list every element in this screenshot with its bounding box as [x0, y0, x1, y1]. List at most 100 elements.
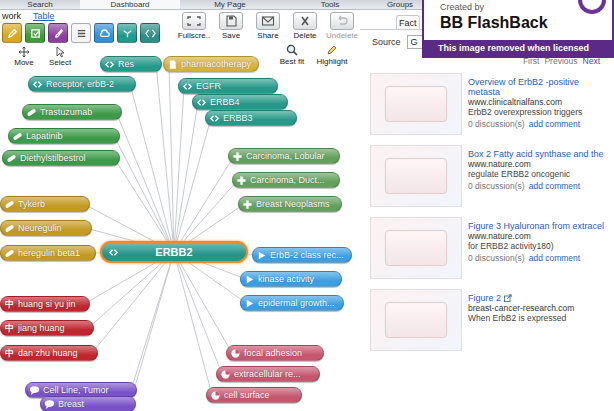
- palette-button[interactable]: [94, 23, 114, 43]
- pie-icon: [210, 390, 221, 401]
- app-tab[interactable]: Search: [0, 0, 80, 9]
- action-button[interactable]: Delete: [287, 12, 323, 41]
- result-thumbnail[interactable]: [370, 289, 462, 351]
- result-thumbnail[interactable]: [370, 73, 462, 135]
- app-tab[interactable]: Dashboard: [80, 0, 180, 9]
- view-tabs: work Table: [0, 10, 170, 22]
- palette-button[interactable]: [48, 23, 68, 43]
- result-thumbnail[interactable]: [370, 145, 462, 207]
- palette-button[interactable]: [2, 23, 22, 43]
- palette-button[interactable]: [117, 23, 137, 43]
- mind-map-canvas[interactable]: RespharmacotherapyReceptor, erbB-2EGFRER…: [0, 10, 360, 411]
- tool-icon: [98, 27, 111, 40]
- gene-icon: [104, 59, 115, 70]
- map-node[interactable]: cell surface: [206, 387, 302, 403]
- link-line: [88, 252, 174, 328]
- map-node[interactable]: extracellular re...: [216, 366, 320, 382]
- document-icon: [167, 59, 178, 70]
- discussion-count[interactable]: 0 discussion(s): [468, 253, 525, 264]
- map-node[interactable]: Res: [100, 56, 162, 72]
- map-node[interactable]: ErbB-2 class rec...: [252, 247, 352, 263]
- action-button[interactable]: Fullscre..: [176, 12, 212, 41]
- map-node[interactable]: EGFR: [178, 78, 278, 94]
- map-node[interactable]: Diethylstilbestrol: [2, 150, 120, 166]
- tool-icon: [29, 27, 42, 40]
- envelope-icon: [260, 15, 276, 27]
- map-node[interactable]: 中huang si yu jin: [0, 296, 90, 312]
- discussion-count[interactable]: 0 discussion(s): [468, 181, 525, 192]
- tool-button[interactable]: Select: [46, 46, 74, 68]
- result-title[interactable]: Overview of ErbB2 -positive metasta: [468, 77, 610, 97]
- map-node[interactable]: Breast Neoplasms: [238, 196, 342, 212]
- tool-icon: [121, 27, 134, 40]
- move-icon: [18, 46, 30, 58]
- map-node[interactable]: focal adhesion: [226, 345, 324, 361]
- map-node[interactable]: 中dan zhu huang: [0, 345, 98, 361]
- delete-icon: [297, 15, 313, 27]
- result-thumbnail[interactable]: [370, 217, 462, 279]
- result-snippet: regulate ERBB2 oncogenic: [468, 169, 610, 179]
- view-tab[interactable]: Table: [33, 10, 55, 22]
- map-node[interactable]: Lapatinib: [8, 128, 120, 144]
- center-node[interactable]: ERBB2: [100, 241, 248, 263]
- magnifier-icon: [285, 43, 299, 57]
- map-node[interactable]: Breast: [40, 396, 136, 411]
- palette-button[interactable]: [140, 23, 160, 43]
- app-tab[interactable]: My Page: [180, 0, 280, 9]
- view-action-button[interactable]: Best fit: [274, 43, 310, 67]
- pill-icon: [4, 248, 15, 259]
- pie-icon: [230, 348, 241, 359]
- fullscreen-icon: [186, 15, 202, 27]
- gene-icon: [108, 247, 119, 258]
- bubble-icon: [29, 385, 40, 396]
- action-row: Fullscre..SaveShareDeleteUndelete: [176, 12, 360, 41]
- result-snippet: for ERBB2 activity180): [468, 241, 610, 251]
- logo-icon: [578, 0, 606, 14]
- palette-button[interactable]: [25, 23, 45, 43]
- results-pane: FactSourceGFirstPreviousNextOverview of …: [360, 10, 614, 411]
- link-line: [174, 252, 212, 395]
- map-node[interactable]: kinase activity: [240, 271, 342, 287]
- result-snippet: When ErbB2 is expressed: [468, 313, 610, 323]
- map-node[interactable]: Carcinoma, Lobular: [228, 148, 340, 164]
- map-node[interactable]: heregulin beta1: [0, 245, 96, 261]
- map-node[interactable]: Tykerb: [0, 196, 90, 212]
- result-item: Figure 2 breast-cancer-research.comWhen …: [360, 289, 614, 361]
- result-title[interactable]: Figure 2: [468, 293, 610, 303]
- action-button[interactable]: Share: [250, 12, 286, 41]
- app-tab[interactable]: Groups: [380, 0, 420, 9]
- map-node[interactable]: 中jiang huang: [0, 320, 94, 336]
- app-tab[interactable]: Tools: [280, 0, 380, 9]
- map-node[interactable]: Carcinoma, Duct...: [232, 172, 340, 188]
- map-node[interactable]: epidermal growth...: [240, 295, 344, 311]
- view-tab[interactable]: work: [2, 10, 21, 22]
- link-line: [169, 64, 174, 252]
- palette-button[interactable]: [71, 23, 91, 43]
- result-site: www.nature.com: [468, 231, 610, 241]
- map-node[interactable]: ERBB3: [205, 110, 297, 126]
- add-comment-link[interactable]: add comment: [529, 253, 581, 264]
- result-title[interactable]: Figure 3 Hyaluronan from extracel: [468, 221, 610, 231]
- discussion-count[interactable]: 0 discussion(s): [468, 119, 525, 130]
- map-node[interactable]: Receptor, erbB-2: [28, 76, 136, 92]
- link-line: [92, 252, 174, 353]
- map-node[interactable]: Neuregulin: [0, 220, 92, 236]
- result-site: www.clinicaltrialfans.com: [468, 97, 610, 107]
- new-window-icon[interactable]: [504, 294, 512, 302]
- action-button[interactable]: Save: [213, 12, 249, 41]
- pill-icon: [4, 199, 15, 210]
- map-node[interactable]: ERBB4: [192, 94, 288, 110]
- cursor-icon: [54, 46, 66, 58]
- link-line: [114, 136, 174, 252]
- add-comment-link[interactable]: add comment: [529, 181, 581, 192]
- tool-button[interactable]: Move: [10, 46, 38, 68]
- side-tab[interactable]: Fact: [396, 15, 420, 29]
- add-comment-link[interactable]: add comment: [529, 119, 581, 130]
- view-action-button[interactable]: Highlight: [314, 43, 350, 67]
- tool-row: Move Select: [0, 46, 170, 68]
- pill-icon: [26, 107, 37, 118]
- link-line: [130, 84, 174, 252]
- result-title[interactable]: Box 2 Fatty acid synthase and the: [468, 149, 610, 159]
- map-node[interactable]: Trastuzumab: [22, 104, 122, 120]
- map-node[interactable]: pharmacotherapy: [163, 56, 259, 72]
